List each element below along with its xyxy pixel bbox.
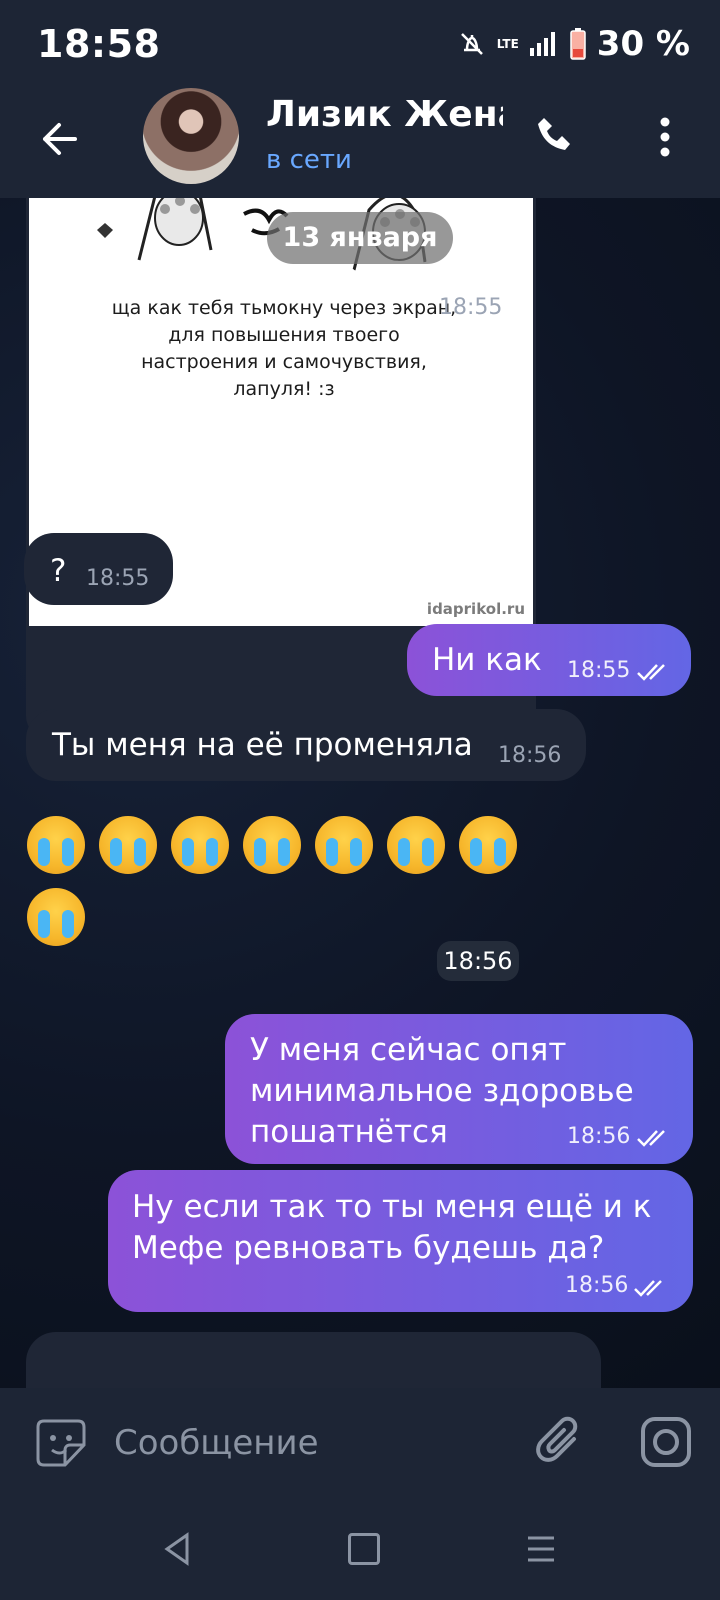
back-arrow-icon[interactable] bbox=[36, 116, 82, 162]
emoji-message-text: 😭 😭 😭 😭 😭 😭 😭 😭 bbox=[27, 816, 28, 817]
crying-face-emoji bbox=[387, 816, 445, 874]
sticker-icon[interactable] bbox=[34, 1416, 88, 1470]
network-label: LTE bbox=[496, 37, 519, 51]
phone-icon[interactable] bbox=[532, 113, 576, 157]
camera-icon[interactable] bbox=[640, 1416, 692, 1468]
contact-avatar[interactable] bbox=[143, 88, 239, 184]
message-time: 18:55 bbox=[86, 566, 150, 591]
message-time: 18:55 bbox=[439, 295, 503, 320]
contact-name[interactable]: Лизик Жена bbox=[266, 94, 503, 135]
crying-face-emoji bbox=[99, 816, 157, 874]
nav-back-icon[interactable] bbox=[162, 1531, 192, 1567]
outgoing-message[interactable]: Ни как 18:55 bbox=[407, 624, 691, 696]
nav-home-icon[interactable] bbox=[348, 1533, 380, 1565]
mute-icon bbox=[460, 33, 483, 55]
chat-area[interactable]: ща как тебя тьмокну через экран, для пов… bbox=[0, 198, 720, 1388]
image-watermark: idaprikol.ru bbox=[426, 600, 525, 618]
attach-icon[interactable] bbox=[535, 1415, 585, 1471]
date-separator: 13 января bbox=[267, 212, 453, 264]
signal-icon bbox=[529, 32, 555, 56]
message-text: Ну если так то ты меня ещё и к Мефе ревн… bbox=[132, 1189, 652, 1266]
crying-face-emoji bbox=[27, 816, 85, 874]
incoming-message[interactable]: ? 18:55 bbox=[24, 533, 173, 605]
incoming-message[interactable]: Ты меня на её променяла 18:56 bbox=[26, 709, 586, 781]
battery-icon bbox=[570, 28, 586, 60]
crying-face-emoji bbox=[27, 888, 85, 946]
message-input-bar: Сообщение bbox=[0, 1388, 720, 1500]
system-navigation-bar bbox=[0, 1500, 720, 1600]
crying-face-emoji bbox=[243, 816, 301, 874]
status-icons: LTE 30 % bbox=[457, 24, 690, 64]
outgoing-message[interactable]: Ну если так то ты меня ещё и к Мефе ревн… bbox=[108, 1170, 693, 1312]
image-caption: ща как тебя тьмокну через экран, для пов… bbox=[111, 297, 457, 400]
message-input[interactable]: Сообщение bbox=[114, 1423, 319, 1463]
partially-visible-message[interactable] bbox=[26, 1332, 601, 1388]
crying-face-emoji bbox=[459, 816, 517, 874]
message-time: 18:56 bbox=[565, 1273, 629, 1298]
double-check-icon bbox=[637, 664, 665, 681]
crying-face-emoji bbox=[315, 816, 373, 874]
outgoing-message[interactable]: У меня сейчас опят минимальное здоровье … bbox=[225, 1014, 693, 1164]
double-check-icon bbox=[634, 1280, 662, 1297]
status-time: 18:58 bbox=[37, 22, 161, 66]
message-time: 18:56 bbox=[567, 1124, 631, 1149]
contact-status: в сети bbox=[266, 145, 352, 175]
chat-header: Лизик Жена в сети bbox=[0, 80, 720, 198]
message-time: 18:56 bbox=[498, 743, 562, 768]
emoji-message[interactable]: 😭 😭 😭 😭 😭 😭 😭 😭 bbox=[27, 816, 527, 956]
more-icon[interactable] bbox=[650, 114, 680, 160]
nav-menu-icon[interactable] bbox=[526, 1534, 556, 1564]
message-text: Ни как bbox=[432, 642, 542, 678]
battery-percent: 30 % bbox=[596, 24, 690, 64]
message-time: 18:56 bbox=[437, 941, 519, 981]
double-check-icon bbox=[637, 1130, 665, 1147]
message-time: 18:55 bbox=[567, 658, 631, 683]
message-text: ? bbox=[50, 553, 67, 589]
crying-face-emoji bbox=[171, 816, 229, 874]
message-text: Ты меня на её променяла bbox=[52, 727, 473, 763]
